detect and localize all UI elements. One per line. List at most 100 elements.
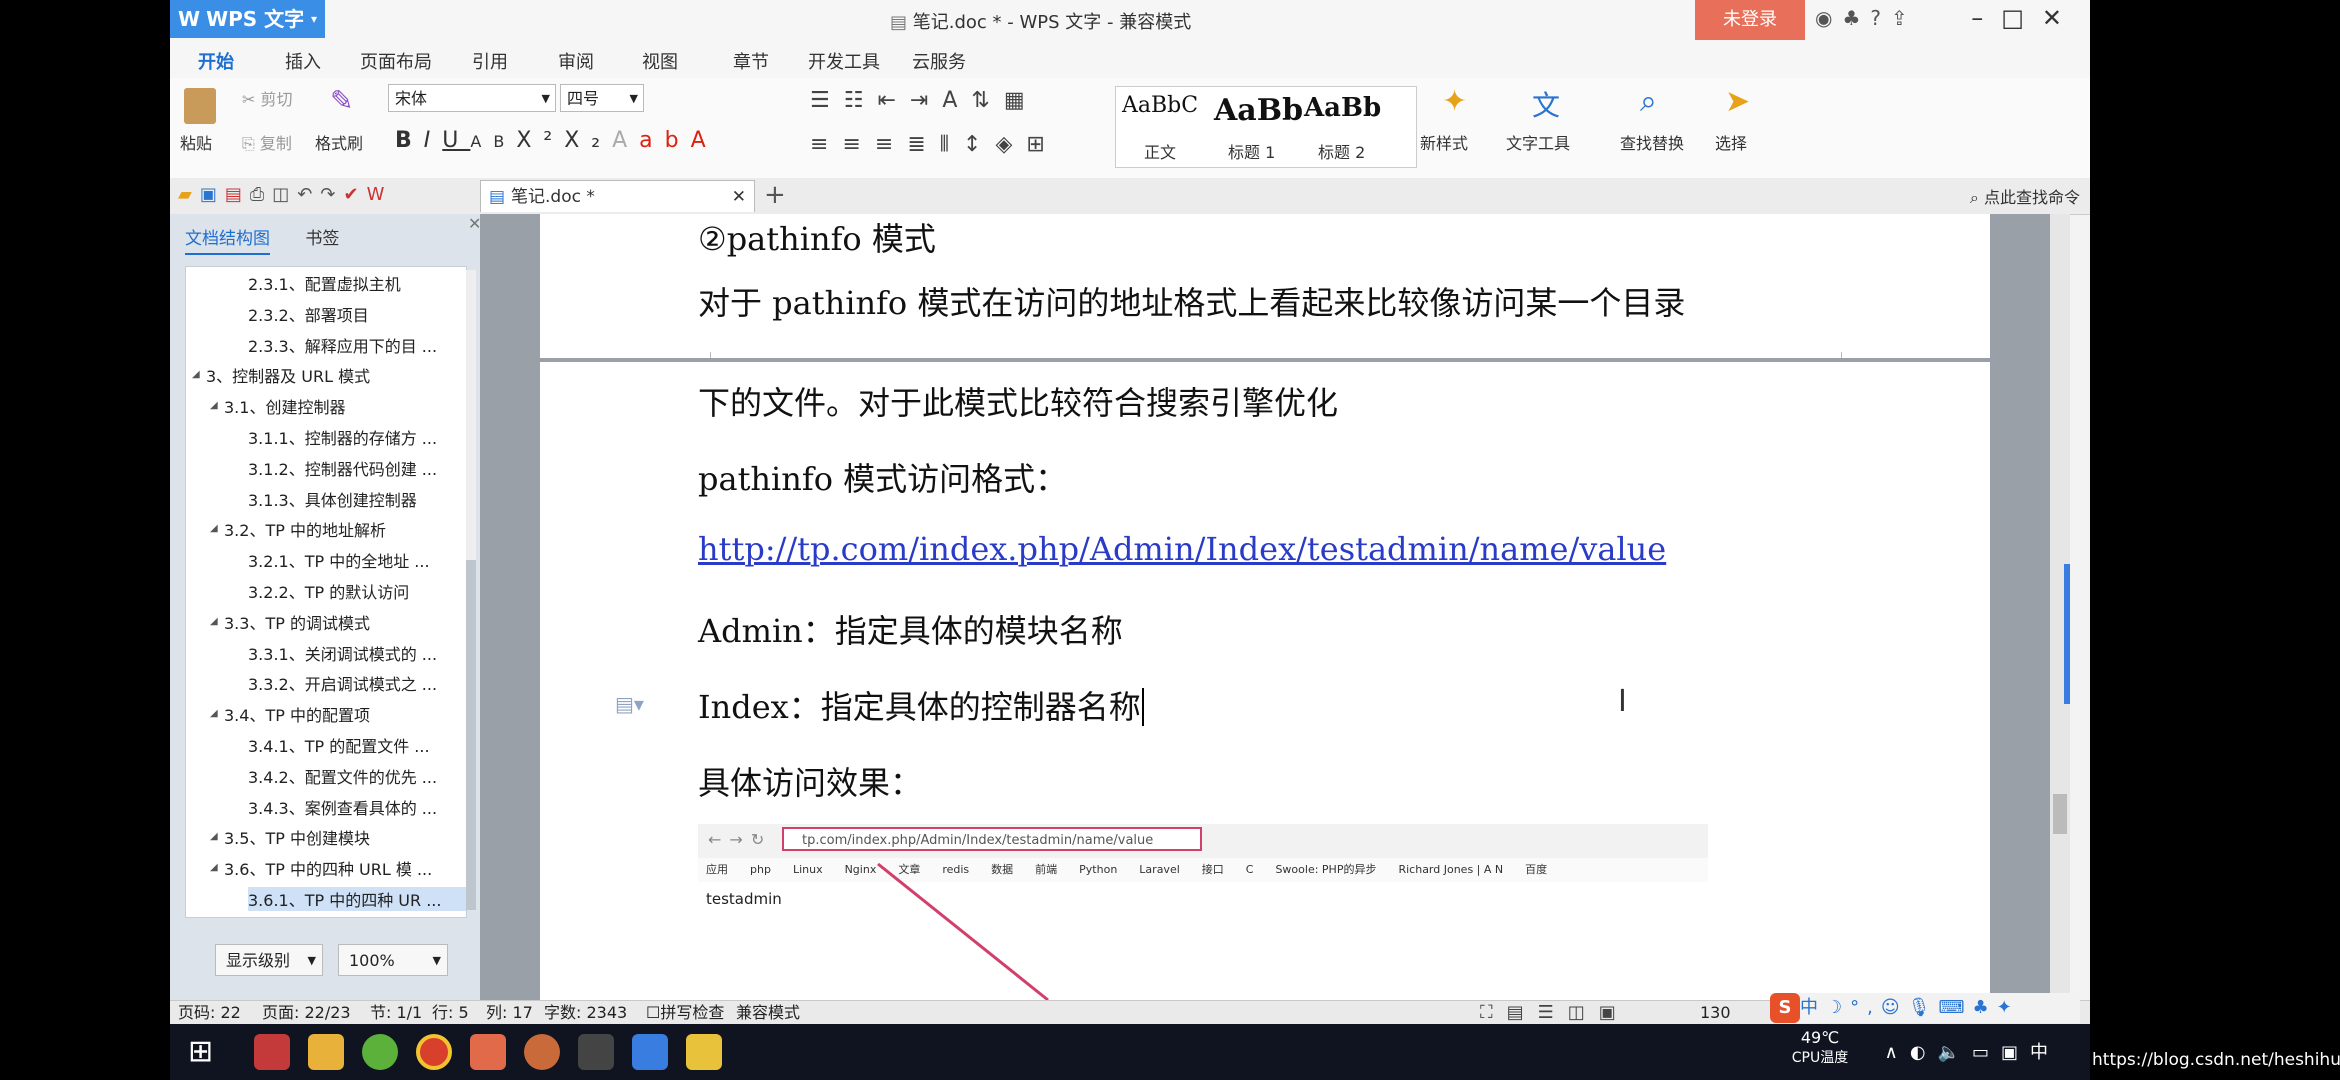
outline-item[interactable]: 2.3.2、部署项目 (248, 302, 369, 326)
document-tab[interactable]: ▤ 笔记.doc * ✕ (480, 180, 755, 212)
notification-icon[interactable]: ▣ (2001, 1042, 2030, 1063)
outline-item[interactable]: 3.4.3、案例查看具体的 ... (248, 795, 437, 819)
embedded-screenshot[interactable]: ←→↻ tp.com/index.php/Admin/Index/testadm… (698, 824, 1708, 1000)
sogou-logo-icon[interactable]: S (1770, 993, 1800, 1023)
tab-document-outline[interactable]: 文档结构图 (185, 229, 270, 255)
border-icon[interactable]: ⊞ (1026, 132, 1058, 157)
expand-triangle-icon[interactable]: ◢ (210, 862, 218, 873)
find-replace-button[interactable]: 查找替换 (1620, 130, 1684, 154)
outline-item[interactable]: 3.4.2、配置文件的优先 ... (248, 764, 437, 788)
tab-view[interactable]: 视图 (642, 48, 678, 74)
font-name-select[interactable]: 宋体 ▼ (388, 84, 556, 112)
zoom-select[interactable]: 100% ▼ (338, 944, 448, 976)
network-icon[interactable]: ◐ (1910, 1042, 1938, 1063)
web-view-icon[interactable]: ◫ (1568, 1002, 1599, 1023)
strikethrough-icon[interactable]: AB (470, 132, 516, 151)
pdf-icon[interactable]: ▤ (225, 184, 250, 205)
paste-button[interactable]: 粘贴 (180, 130, 212, 154)
outline-item[interactable]: 3、控制器及 URL 模式 (206, 363, 370, 387)
decrease-indent-icon[interactable]: ⇤ (877, 88, 909, 113)
expand-triangle-icon[interactable]: ◢ (210, 708, 218, 719)
close-tab-icon[interactable]: ✕ (732, 181, 746, 213)
save-icon[interactable]: ▣ (200, 184, 225, 205)
underline-icon[interactable]: U (442, 128, 470, 153)
expand-triangle-icon[interactable]: ◢ (210, 831, 218, 842)
doc-url-link[interactable]: http://tp.com/index.php/Admin/Index/test… (698, 530, 1666, 568)
ime-mic-icon[interactable]: 🎙 (1908, 997, 1939, 1018)
outline-item[interactable]: 3.3.1、关闭调试模式的 ... (248, 641, 437, 665)
subscript-icon[interactable]: X₂ (564, 128, 612, 153)
cursor-icon[interactable]: ➤ (1725, 84, 1750, 119)
ime-moon-icon[interactable]: ☽ (1826, 997, 1850, 1018)
maximize-icon[interactable]: □ (2001, 4, 2042, 32)
ime-chinese-icon[interactable]: 中 (1800, 997, 1826, 1018)
volume-icon[interactable]: 🔈 (1938, 1042, 1972, 1063)
outline-item[interactable]: 2.3.1、配置虚拟主机 (248, 271, 401, 295)
outline-item[interactable]: 3.3、TP 的调试模式 (224, 610, 370, 634)
tab-insert[interactable]: 插入 (285, 48, 321, 74)
find-replace-icon[interactable]: ⌕ (1640, 84, 1657, 119)
ime-punct-icon[interactable]: °, (1850, 997, 1881, 1018)
numbered-list-icon[interactable]: ☷ (844, 88, 878, 113)
justify-icon[interactable]: ≣ (907, 132, 939, 157)
help-icon[interactable]: ? (1870, 6, 1891, 30)
style-heading2-preview[interactable]: AaBb (1304, 93, 1381, 123)
select-button[interactable]: 选择 (1715, 130, 1747, 154)
distribute-icon[interactable]: ⫴ (940, 132, 963, 157)
copy-button[interactable]: ⎘ 复制 (242, 130, 292, 154)
outline-item[interactable]: 3.1.2、控制器代码创建 ... (248, 456, 437, 480)
new-style-icon[interactable]: ✦ (1442, 84, 1467, 119)
new-style-button[interactable]: 新样式 (1420, 130, 1468, 154)
login-button[interactable]: 未登录 (1695, 0, 1805, 40)
outline-view-icon[interactable]: ☰ (1538, 1002, 1568, 1023)
app-icon-7[interactable] (578, 1034, 614, 1070)
highlight-icon[interactable]: ab (639, 128, 690, 153)
app-icon-3[interactable] (362, 1034, 398, 1070)
format-painter-button[interactable]: 格式刷 (315, 130, 363, 154)
chrome-icon[interactable] (416, 1034, 452, 1070)
wps-icon[interactable]: W (367, 184, 393, 205)
ime-tools-icon[interactable]: ✦ (1997, 997, 2020, 1018)
redo-icon[interactable]: ↷ (320, 184, 343, 205)
tab-home[interactable]: 开始 (198, 48, 234, 81)
app-icon-9[interactable] (686, 1034, 722, 1070)
outline-item[interactable]: 3.4、TP 中的配置项 (224, 702, 370, 726)
align-center-icon[interactable]: ≡ (842, 132, 874, 157)
outline-item[interactable]: 3.1、创建控制器 (224, 394, 345, 418)
table-icon[interactable]: ▦ (1004, 88, 1039, 113)
minimize-icon[interactable]: – (1971, 4, 2001, 32)
outline-scrollbar[interactable] (466, 270, 476, 910)
upload-icon[interactable]: ⇪ (1891, 6, 1918, 30)
align-left-icon[interactable]: ≡ (810, 132, 842, 157)
bold-icon[interactable]: B (395, 128, 424, 153)
outline-item[interactable]: 3.5、TP 中创建模块 (224, 825, 370, 849)
wps-taskbar-icon[interactable] (632, 1034, 668, 1070)
superscript-icon[interactable]: X² (516, 128, 564, 153)
font-size-select[interactable]: 四号 ▼ (560, 84, 644, 112)
tab-cloud[interactable]: 云服务 (912, 48, 966, 74)
text-tools-icon[interactable]: 文 (1532, 84, 1560, 124)
outline-item[interactable]: 3.3.2、开启调试模式之 ... (248, 671, 437, 695)
app-icon-5[interactable] (470, 1034, 506, 1070)
windows-start-icon[interactable]: ⊞ (188, 1034, 213, 1069)
new-tab-icon[interactable]: + (764, 180, 786, 210)
tab-review[interactable]: 审阅 (558, 48, 594, 74)
outline-item[interactable]: 2.3.3、解释应用下的目 ... (248, 333, 437, 357)
check-icon[interactable]: ✔ (343, 184, 366, 205)
page-view-icon[interactable]: ▤ (1507, 1002, 1538, 1023)
line-spacing-icon[interactable]: ↕ (963, 132, 995, 157)
font-color-icon[interactable]: A (691, 128, 718, 153)
text-direction-icon[interactable]: A (942, 88, 971, 113)
align-right-icon[interactable]: ≡ (875, 132, 907, 157)
cut-button[interactable]: ✂ 剪切 (242, 86, 293, 110)
close-icon[interactable]: ✕ (2042, 4, 2080, 32)
outline-item[interactable]: 3.2.2、TP 的默认访问 (248, 579, 409, 603)
ime-emoji-icon[interactable]: ☺ (1881, 997, 1908, 1018)
style-heading1-preview[interactable]: AaBb (1214, 93, 1303, 128)
display-level-select[interactable]: 显示级别 ▼ (215, 944, 323, 976)
page-lower[interactable]: 下的文件。对于此模式比较符合搜索引擎优化 pathinfo 模式访问格式： ht… (540, 362, 1990, 1000)
sort-icon[interactable]: ⇅ (971, 88, 1003, 113)
shirt-icon[interactable]: ♣ (1842, 6, 1870, 30)
chevron-up-icon[interactable]: ∧ (1885, 1042, 1910, 1063)
skin-icon[interactable]: ◉ (1815, 6, 1842, 30)
